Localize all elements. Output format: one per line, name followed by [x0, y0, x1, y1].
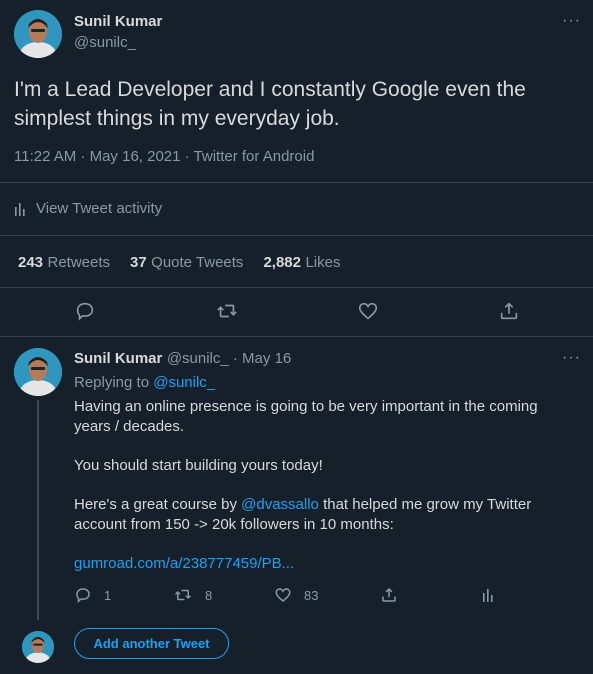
reply-button[interactable] — [74, 300, 96, 327]
replying-to-label: Replying to — [74, 374, 150, 391]
heart-icon — [275, 588, 291, 602]
reply-author-name[interactable]: Sunil Kumar — [74, 350, 162, 367]
reply-share-button[interactable] — [380, 586, 398, 609]
more-options-icon[interactable]: ··· — [562, 12, 581, 30]
reply-header: Sunil Kumar @sunilc_ · May 16 — [74, 350, 291, 368]
like-button[interactable] — [357, 300, 379, 327]
quote-tweets-count: 37 — [130, 254, 147, 271]
likes-stat[interactable]: 2,882 Likes — [263, 254, 340, 272]
reply-text-line: You should start building yours today! — [74, 457, 323, 474]
reply-text-segment: Here's a great course by — [74, 496, 237, 513]
divider — [0, 235, 593, 236]
quote-tweets-label: Quote Tweets — [151, 254, 244, 271]
thread-line — [37, 400, 39, 620]
retweets-stat[interactable]: 243 Retweets — [18, 254, 110, 272]
external-link[interactable]: gumroad.com/a/238777459/PB... — [74, 554, 584, 574]
author-name[interactable]: Sunil Kumar — [74, 13, 162, 30]
tweet-timestamp-source[interactable]: 11:22 AM · May 16, 2021 · Twitter for An… — [14, 148, 314, 165]
reply-retweet-button[interactable]: 8 — [173, 586, 212, 604]
reply-text-line: Here's a great course by @dvassallo that… — [74, 495, 584, 515]
share-icon — [500, 302, 518, 320]
reply-more-options-icon[interactable]: ··· — [562, 349, 581, 367]
retweet-icon — [174, 589, 192, 601]
reply-text: Having an online presence is going to be… — [74, 397, 584, 574]
retweet-icon — [217, 304, 237, 318]
reply-handle-date[interactable]: @sunilc_ · May 16 — [167, 350, 291, 367]
reply-author-avatar[interactable] — [14, 348, 62, 396]
quote-tweets-stat[interactable]: 37 Quote Tweets — [130, 254, 243, 272]
composer-avatar — [22, 631, 54, 663]
retweet-count: 8 — [205, 587, 213, 603]
author-handle[interactable]: @sunilc_ — [74, 34, 136, 51]
replying-to: Replying to @sunilc_ — [74, 374, 215, 391]
reply-count: 1 — [104, 587, 112, 603]
analytics-icon — [15, 202, 25, 216]
reply-analytics-button[interactable] — [482, 587, 496, 608]
analytics-icon — [483, 589, 493, 602]
retweet-button[interactable] — [216, 300, 238, 327]
reply-text-line: Having an online presence is going to be… — [74, 398, 538, 415]
add-another-tweet-button[interactable]: Add another Tweet — [74, 628, 229, 659]
retweets-count: 243 — [18, 254, 44, 271]
tweet-text-line: simplest things in my everyday job. — [14, 107, 340, 130]
view-tweet-activity[interactable]: View Tweet activity — [14, 200, 162, 217]
like-count: 83 — [304, 587, 319, 603]
reply-text-line: years / decades. — [74, 418, 185, 435]
reply-reply-button[interactable]: 1 — [74, 586, 111, 604]
likes-label: Likes — [305, 254, 341, 271]
tweet-stats: 243 Retweets 37 Quote Tweets 2,882 Likes — [18, 254, 340, 272]
reply-icon — [76, 302, 94, 321]
divider — [0, 287, 593, 288]
view-tweet-activity-label: View Tweet activity — [36, 200, 163, 217]
reply-text-line: account from 150 -> 20k followers in 10 … — [74, 516, 394, 533]
heart-icon — [358, 302, 378, 320]
reply-icon — [76, 588, 90, 604]
retweets-label: Retweets — [47, 254, 111, 271]
tweet-text-line: I'm a Lead Developer and I constantly Go… — [14, 78, 526, 101]
reply-text-segment: that helped me grow my Twitter — [323, 496, 532, 513]
share-button[interactable] — [498, 300, 520, 327]
tweet-text: I'm a Lead Developer and I constantly Go… — [14, 75, 584, 133]
divider — [0, 182, 593, 183]
divider — [0, 336, 593, 337]
share-icon — [382, 587, 396, 602]
reply-like-button[interactable]: 83 — [274, 586, 318, 604]
mention-link[interactable]: @dvassallo — [241, 496, 319, 513]
author-avatar[interactable] — [14, 10, 62, 58]
likes-count: 2,882 — [263, 254, 301, 271]
replying-to-handle[interactable]: @sunilc_ — [153, 374, 215, 391]
